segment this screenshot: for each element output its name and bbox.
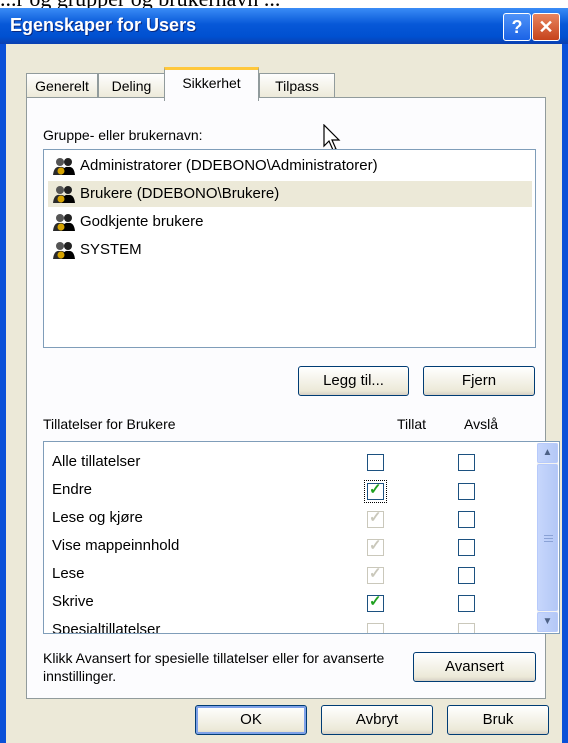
dialog-body: Generelt Deling Sikkerhet Tilpass Gruppe… [6,44,562,743]
list-item[interactable]: SYSTEM [48,237,532,263]
permission-row: Spesialtillatelser [52,616,492,634]
scroll-thumb[interactable] [537,464,558,611]
scroll-up-icon[interactable]: ▲ [537,443,558,463]
allow-column-header: Tillat [397,416,427,432]
permission-label: Endre [52,481,93,498]
deny-checkbox[interactable] [458,454,475,471]
cancel-button[interactable]: Avbryt [321,705,433,735]
remove-button[interactable]: Fjern [423,366,535,396]
allow-checkbox[interactable] [367,454,384,471]
permission-row: Vise mappeinnhold [52,532,492,560]
users-group-icon [53,242,75,259]
list-item-label: SYSTEM [80,241,142,258]
apply-button[interactable]: Bruk [447,705,549,735]
list-item-selected[interactable]: Brukere (DDEBONO\Brukere) [48,181,532,207]
permission-row: Lese [52,560,492,588]
permissions-label: Tillatelser for Brukere [43,416,176,432]
mouse-cursor-icon [323,124,341,151]
allow-checkbox[interactable]: ✓ [367,481,384,500]
deny-checkbox [458,623,475,633]
permissions-list[interactable]: Alle tillatelser Endre ✓ Lese og kjøre ✓… [43,441,560,634]
allow-checkbox: ✓ [367,537,384,556]
users-group-icon [53,186,75,203]
permission-label: Lese [52,565,85,582]
permission-row: Skrive [52,588,492,616]
help-button[interactable]: ? [503,13,531,41]
add-button[interactable]: Legg til... [298,366,409,396]
deny-checkbox[interactable] [458,567,475,584]
ok-button[interactable]: OK [195,705,307,735]
permission-row: Lese og kjøre [52,504,492,532]
deny-checkbox[interactable] [458,595,475,612]
security-panel: Gruppe- eller brukernavn: Administratore… [26,97,560,699]
deny-column-header: Avslå [464,416,498,432]
deny-checkbox[interactable] [458,483,475,500]
allow-checkbox: ✓ [367,565,384,584]
grip-line [544,541,553,542]
deny-checkbox[interactable] [458,539,475,556]
checkmark-icon: ✓ [369,537,382,554]
tab-tilpass[interactable]: Tilpass [259,73,335,98]
background-text: ...r og grupper og brukernavn ... [0,0,568,8]
list-item[interactable]: Godkjente brukere [48,209,532,235]
title-bar[interactable]: Egenskaper for Users ? ✕ [0,8,568,44]
list-item-label: Administratorer (DDEBONO\Administratorer… [80,157,378,174]
permission-label: Lese og kjøre [52,509,143,526]
groups-label: Gruppe- eller brukernavn: [43,127,203,143]
properties-dialog: Egenskaper for Users ? ✕ Generelt Deling… [0,8,568,743]
window-title: Egenskaper for Users [10,15,197,35]
list-item[interactable]: Administratorer (DDEBONO\Administratorer… [48,153,532,179]
list-item-label: Godkjente brukere [80,213,204,230]
permission-row: Alle tillatelser [52,448,492,476]
permission-label: Skrive [52,593,94,610]
deny-checkbox[interactable] [458,511,475,528]
close-button[interactable]: ✕ [532,13,560,41]
users-group-icon [53,214,75,231]
checkmark-icon: ✓ [369,509,382,526]
checkmark-icon: ✓ [369,481,382,498]
advanced-hint: Klikk Avansert for spesielle tillatelser… [43,650,385,684]
users-group-icon [53,158,75,175]
allow-checkbox: ✓ [367,509,384,528]
list-item-label: Brukere (DDEBONO\Brukere) [80,185,280,202]
groups-list[interactable]: Administratorer (DDEBONO\Administratorer… [43,149,536,348]
advanced-button[interactable]: Avansert [413,652,536,682]
permission-label: Vise mappeinnhold [52,537,180,554]
permission-label: Spesialtillatelser [52,621,161,634]
tab-generelt[interactable]: Generelt [26,73,98,98]
permission-row: Endre [52,476,492,504]
tab-deling[interactable]: Deling [98,73,165,98]
checkmark-icon: ✓ [369,565,382,582]
allow-checkbox[interactable]: ✓ [367,593,384,612]
checkmark-icon: ✓ [369,593,382,610]
permission-label: Alle tillatelser [52,453,141,470]
allow-checkbox [367,623,384,633]
grip-line [544,538,553,539]
grip-line [544,535,553,536]
vertical-scrollbar[interactable]: ▲ ▼ [537,443,558,632]
tab-sikkerhet[interactable]: Sikkerhet [164,67,259,101]
scroll-down-icon[interactable]: ▼ [537,612,558,632]
